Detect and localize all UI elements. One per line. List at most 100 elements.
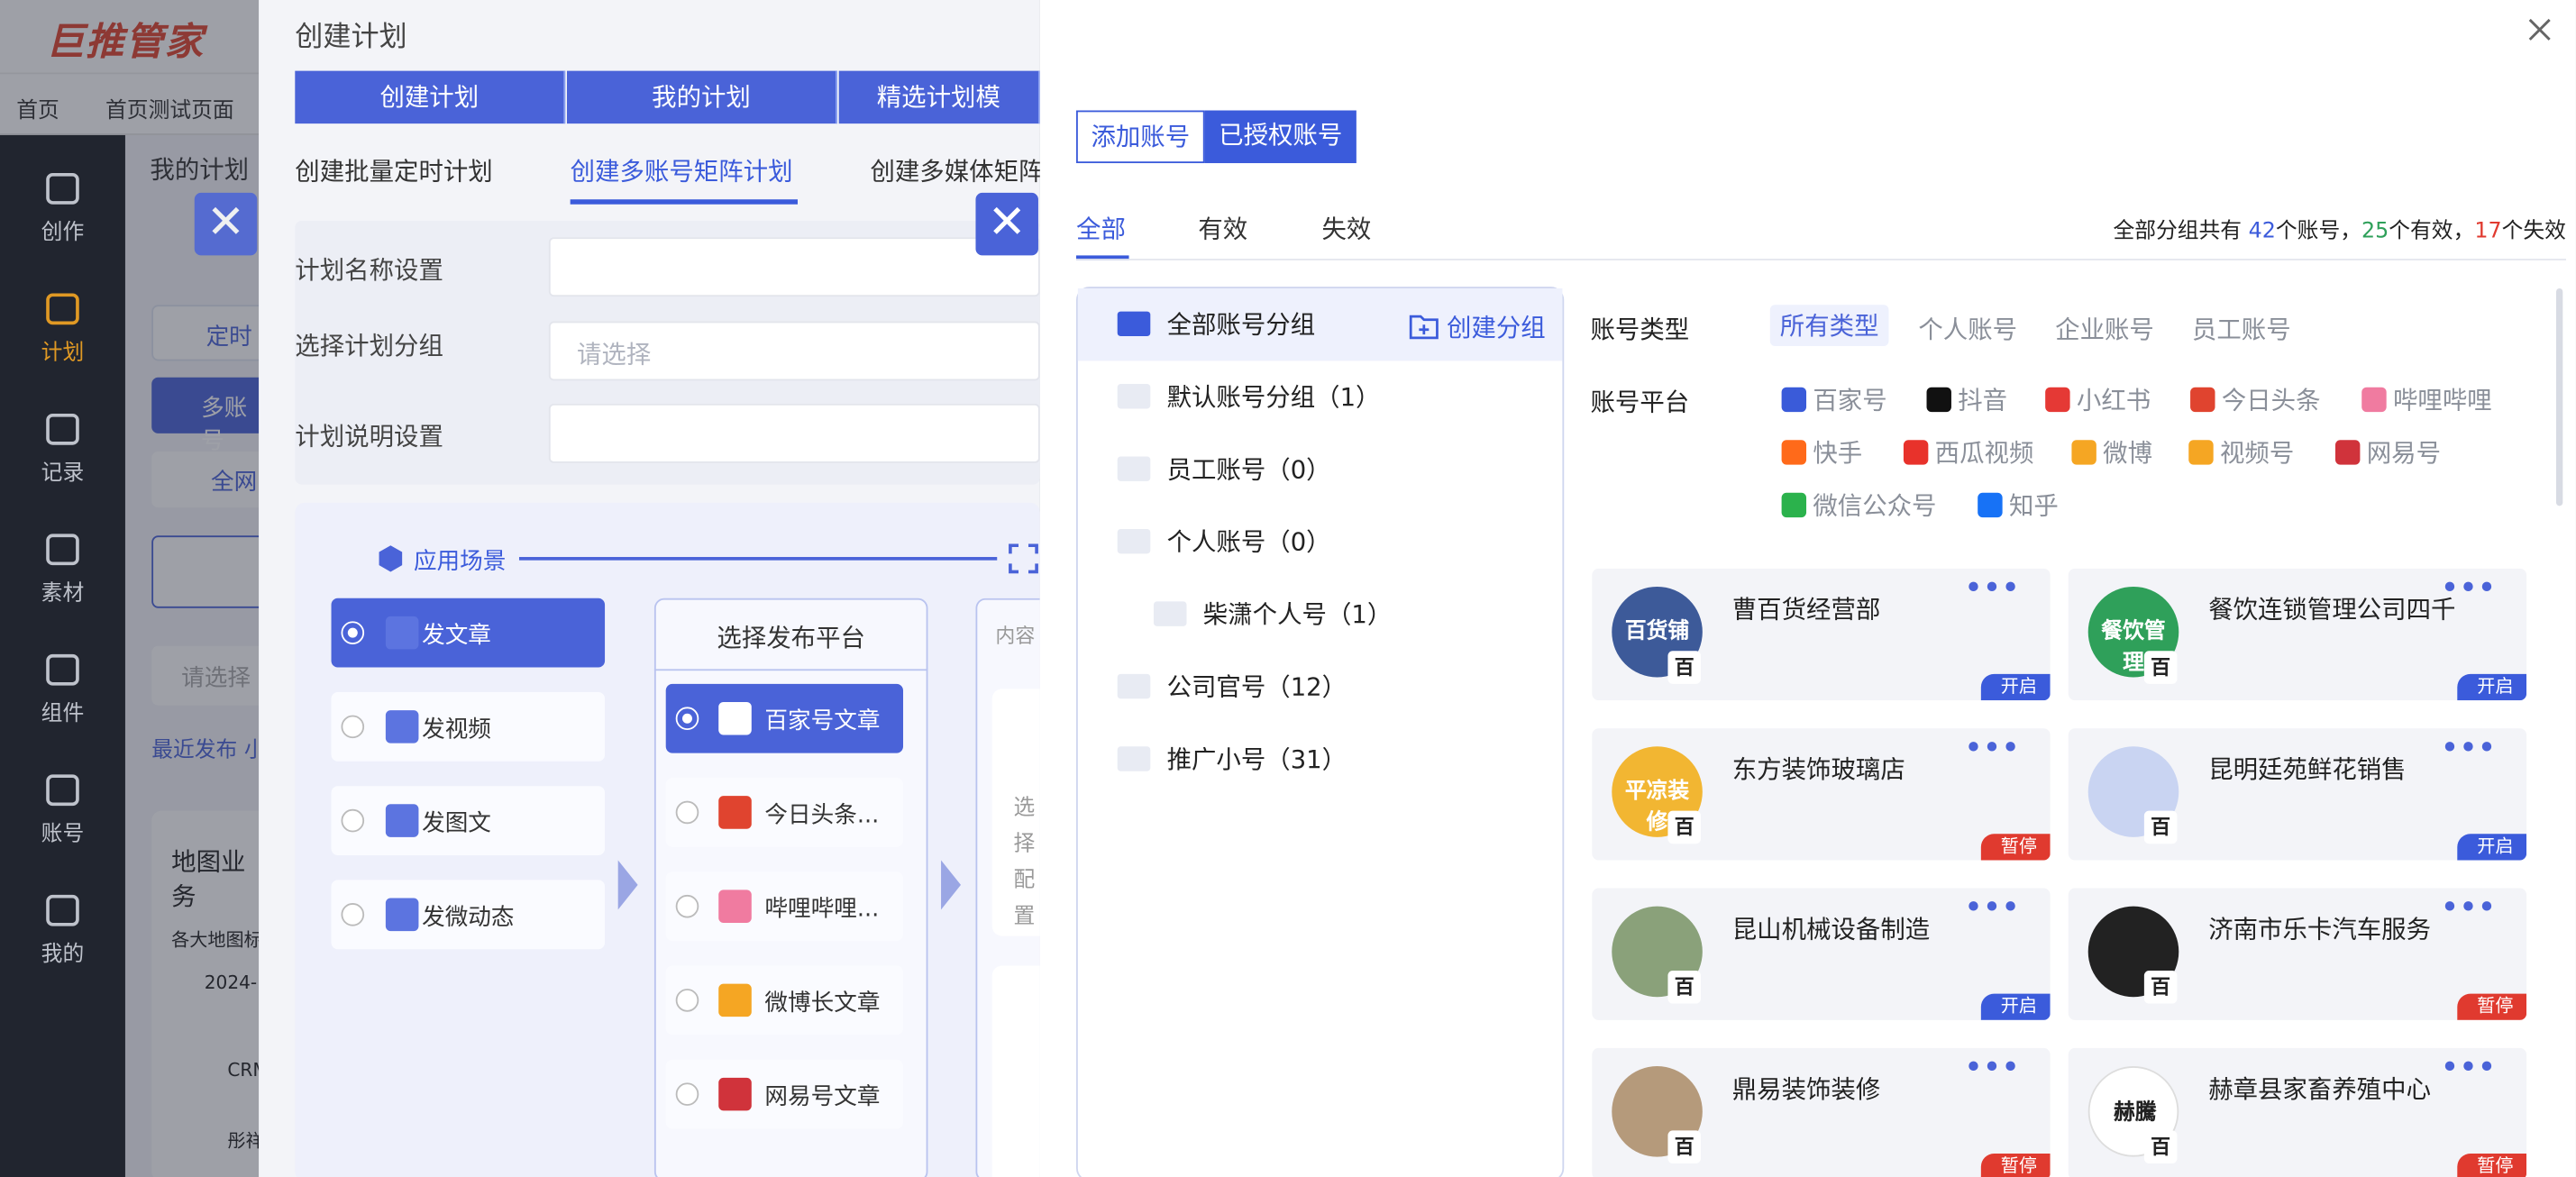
filter-tab-all[interactable]: 全部 [1076, 211, 1126, 245]
sidebar-label: 账号 [41, 822, 85, 847]
close-drawer-button[interactable]: ✕ [975, 192, 1038, 256]
scene-option[interactable]: 发视频 [331, 691, 606, 762]
scene-option[interactable]: 发图文 [331, 786, 606, 855]
platform-chip[interactable]: 小红书 [2045, 382, 2151, 416]
create-group-button[interactable]: 创建分组 [1409, 310, 1546, 344]
platform-chip[interactable]: 视频号 [2188, 435, 2294, 470]
seg-authorized-account[interactable]: 已授权账号 [1204, 110, 1357, 164]
content-card-2 [991, 965, 1040, 1177]
scene-option[interactable]: 发文章 [331, 598, 606, 668]
summary-mid2: 个有效， [2389, 219, 2475, 244]
status-badge[interactable]: 暂停 [2457, 1153, 2527, 1177]
pen-icon [41, 171, 85, 207]
more-icon[interactable]: ••• [1965, 1052, 2021, 1083]
group-label: 推广小号（31） [1166, 744, 1347, 775]
platform-chip[interactable]: 今日头条 [2190, 382, 2321, 416]
subtab-multimedia[interactable]: 创建多媒体矩阵 [870, 153, 1043, 187]
sidebar-item-2[interactable]: 记录 [0, 412, 125, 486]
status-badge[interactable]: 开启 [2457, 673, 2527, 701]
platform-chip[interactable]: 百家号 [1781, 382, 1887, 416]
status-badge[interactable]: 开启 [1980, 673, 2051, 701]
account-card[interactable]: 百济南市乐卡汽车服务 ••• 暂停 [2068, 888, 2527, 1020]
plan-group-select[interactable]: 请选择 [548, 321, 1040, 381]
filter-tab-valid[interactable]: 有效 [1198, 211, 1247, 245]
platform-chip[interactable]: 微信公众号 [1781, 488, 1937, 522]
type-chip[interactable]: 个人账号 [1918, 312, 2017, 346]
account-card[interactable]: 百昆明廷苑鲜花销售 ••• 开启 [2068, 728, 2527, 861]
radio-icon [341, 715, 365, 739]
account-card[interactable]: 赫騰百赫章县家畜养殖中心 ••• 暂停 [2068, 1047, 2527, 1177]
group-row[interactable]: 公司官号（12） [1078, 651, 1563, 723]
group-row[interactable]: 推广小号（31） [1078, 724, 1563, 796]
close-icon[interactable] [2526, 16, 2553, 42]
platform-option[interactable]: 网易号文章 [665, 1059, 904, 1129]
more-icon[interactable]: ••• [1965, 891, 2021, 923]
account-card[interactable]: 百货铺百曹百货经营部 ••• 开启 [1592, 568, 2051, 701]
platform-icon [1781, 387, 1807, 413]
content-hint-4: 置 [1013, 904, 1036, 930]
platform-option[interactable]: 今日头条... [665, 778, 904, 847]
account-card[interactable]: 百昆山机械设备制造 ••• 开启 [1592, 888, 2051, 1020]
more-icon[interactable]: ••• [2442, 891, 2498, 923]
more-icon[interactable]: ••• [2442, 1052, 2498, 1083]
type-chip[interactable]: 员工账号 [2192, 312, 2291, 346]
subtab-underline [570, 199, 798, 205]
scrollbar[interactable] [2556, 287, 2563, 506]
status-badge[interactable]: 暂停 [1980, 1153, 2051, 1177]
platform-chip[interactable]: 抖音 [1926, 382, 2008, 416]
platform-chip-label: 小红书 [2076, 385, 2151, 415]
subtab-multi-account[interactable]: 创建多账号矩阵计划 [571, 153, 793, 187]
type-chip[interactable]: 所有类型 [1769, 305, 1889, 346]
sidebar-item-3[interactable]: 素材 [0, 533, 125, 607]
tab-create-plan[interactable]: 创建计划 [295, 70, 566, 124]
group-label: 公司官号（12） [1166, 672, 1347, 702]
platform-chip[interactable]: 哔哩哔哩 [2361, 382, 2492, 416]
platform-chip[interactable]: 微博 [2071, 435, 2152, 470]
status-badge[interactable]: 开启 [2457, 834, 2527, 861]
platform-option[interactable]: 微博长文章 [665, 965, 904, 1036]
status-badge[interactable]: 暂停 [1980, 834, 2051, 861]
account-card[interactable]: 百鼎易装饰装修 ••• 暂停 [1592, 1047, 2051, 1177]
filter-tab-invalid[interactable]: 失效 [1321, 211, 1371, 245]
more-icon[interactable]: ••• [1965, 571, 2021, 603]
more-icon[interactable]: ••• [2442, 571, 2498, 603]
group-row[interactable]: 柴潇个人号（1） [1078, 579, 1563, 651]
platform-chip[interactable]: 西瓜视频 [1903, 435, 2033, 470]
close-dialog-button[interactable]: ✕ [194, 192, 258, 256]
sidebar-item-5[interactable]: 账号 [0, 773, 125, 847]
cloud-upload-icon [41, 533, 85, 569]
platform-option[interactable]: 哔哩哔哩... [665, 871, 904, 942]
type-chip[interactable]: 企业账号 [2055, 312, 2154, 346]
sidebar-item-6[interactable]: 我的 [0, 893, 125, 967]
scene-option[interactable]: 发微动态 [331, 880, 606, 950]
platform-chip[interactable]: 知乎 [1978, 488, 2059, 522]
platform-chip[interactable]: 网易号 [2334, 435, 2441, 470]
status-badge[interactable]: 开启 [1980, 993, 2051, 1020]
platform-option-label: 网易号文章 [764, 1084, 881, 1111]
radio-icon [675, 1082, 699, 1106]
platform-icon [718, 890, 752, 923]
platform-chip[interactable]: 快手 [1781, 435, 1862, 470]
sidebar-item-0[interactable]: 创作 [0, 171, 125, 245]
status-badge[interactable]: 暂停 [2457, 993, 2527, 1020]
account-card[interactable]: 平凉装修百东方装饰玻璃店 ••• 暂停 [1592, 728, 2051, 861]
platform-option[interactable]: 百家号文章 [665, 683, 904, 753]
account-card[interactable]: 餐饮管理百餐饮连锁管理公司四千 ••• 开启 [2068, 568, 2527, 701]
scene-option-label: 发文章 [422, 623, 491, 650]
subtab-batch-timed[interactable]: 创建批量定时计划 [295, 153, 492, 187]
baijiahao-badge-icon: 百 [1667, 651, 1702, 684]
more-icon[interactable]: ••• [2442, 732, 2498, 763]
group-row[interactable]: 员工账号（0） [1078, 433, 1563, 506]
tab-featured-template[interactable]: 精选计划模 [838, 70, 1040, 124]
sidebar-item-4[interactable]: 组件 [0, 652, 125, 726]
group-row[interactable]: 默认账号分组（1） [1078, 360, 1563, 433]
plan-name-input[interactable] [548, 237, 1040, 297]
more-icon[interactable]: ••• [1965, 732, 2021, 763]
sidebar-item-1[interactable]: 计划 [0, 292, 125, 366]
tab-my-plan[interactable]: 我的计划 [567, 70, 837, 124]
seg-add-account[interactable]: 添加账号 [1076, 110, 1205, 164]
group-row[interactable]: 个人账号（0） [1078, 506, 1563, 578]
platform-chip-label: 抖音 [1958, 385, 2008, 415]
plan-desc-input[interactable] [548, 403, 1040, 463]
account-name: 餐饮连锁管理公司四千 [2208, 595, 2456, 625]
